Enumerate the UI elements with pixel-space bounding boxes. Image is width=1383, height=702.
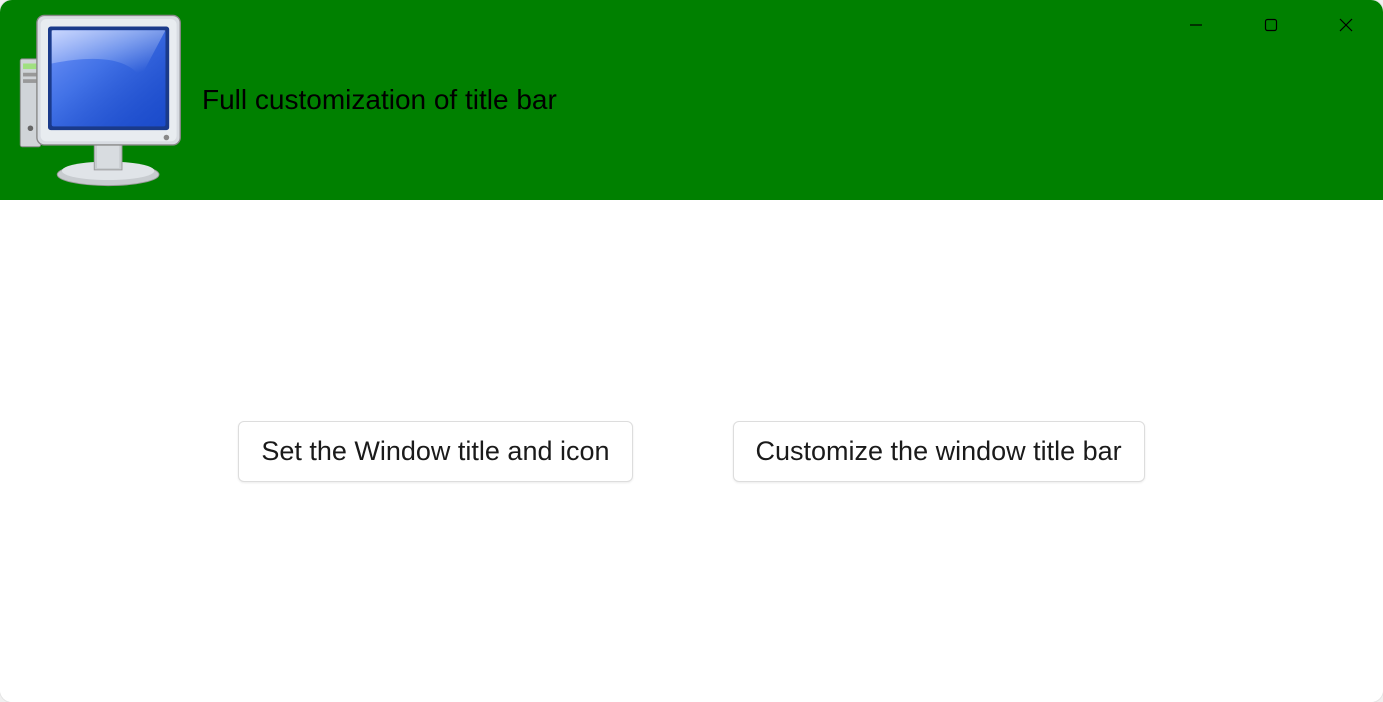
titlebar[interactable]: Full customization of title bar [0, 0, 1383, 200]
app-window: Full customization of title bar [0, 0, 1383, 702]
computer-monitor-icon [8, 3, 198, 198]
set-title-icon-button[interactable]: Set the Window title and icon [238, 421, 632, 482]
customize-titlebar-button[interactable]: Customize the window title bar [733, 421, 1145, 482]
maximize-button[interactable] [1233, 0, 1308, 50]
content-area: Set the Window title and icon Customize … [0, 200, 1383, 702]
minimize-button[interactable] [1158, 0, 1233, 50]
window-controls [1158, 0, 1383, 50]
minimize-icon [1189, 18, 1203, 32]
maximize-icon [1264, 18, 1278, 32]
window-title: Full customization of title bar [202, 84, 557, 116]
close-icon [1339, 18, 1353, 32]
close-button[interactable] [1308, 0, 1383, 50]
